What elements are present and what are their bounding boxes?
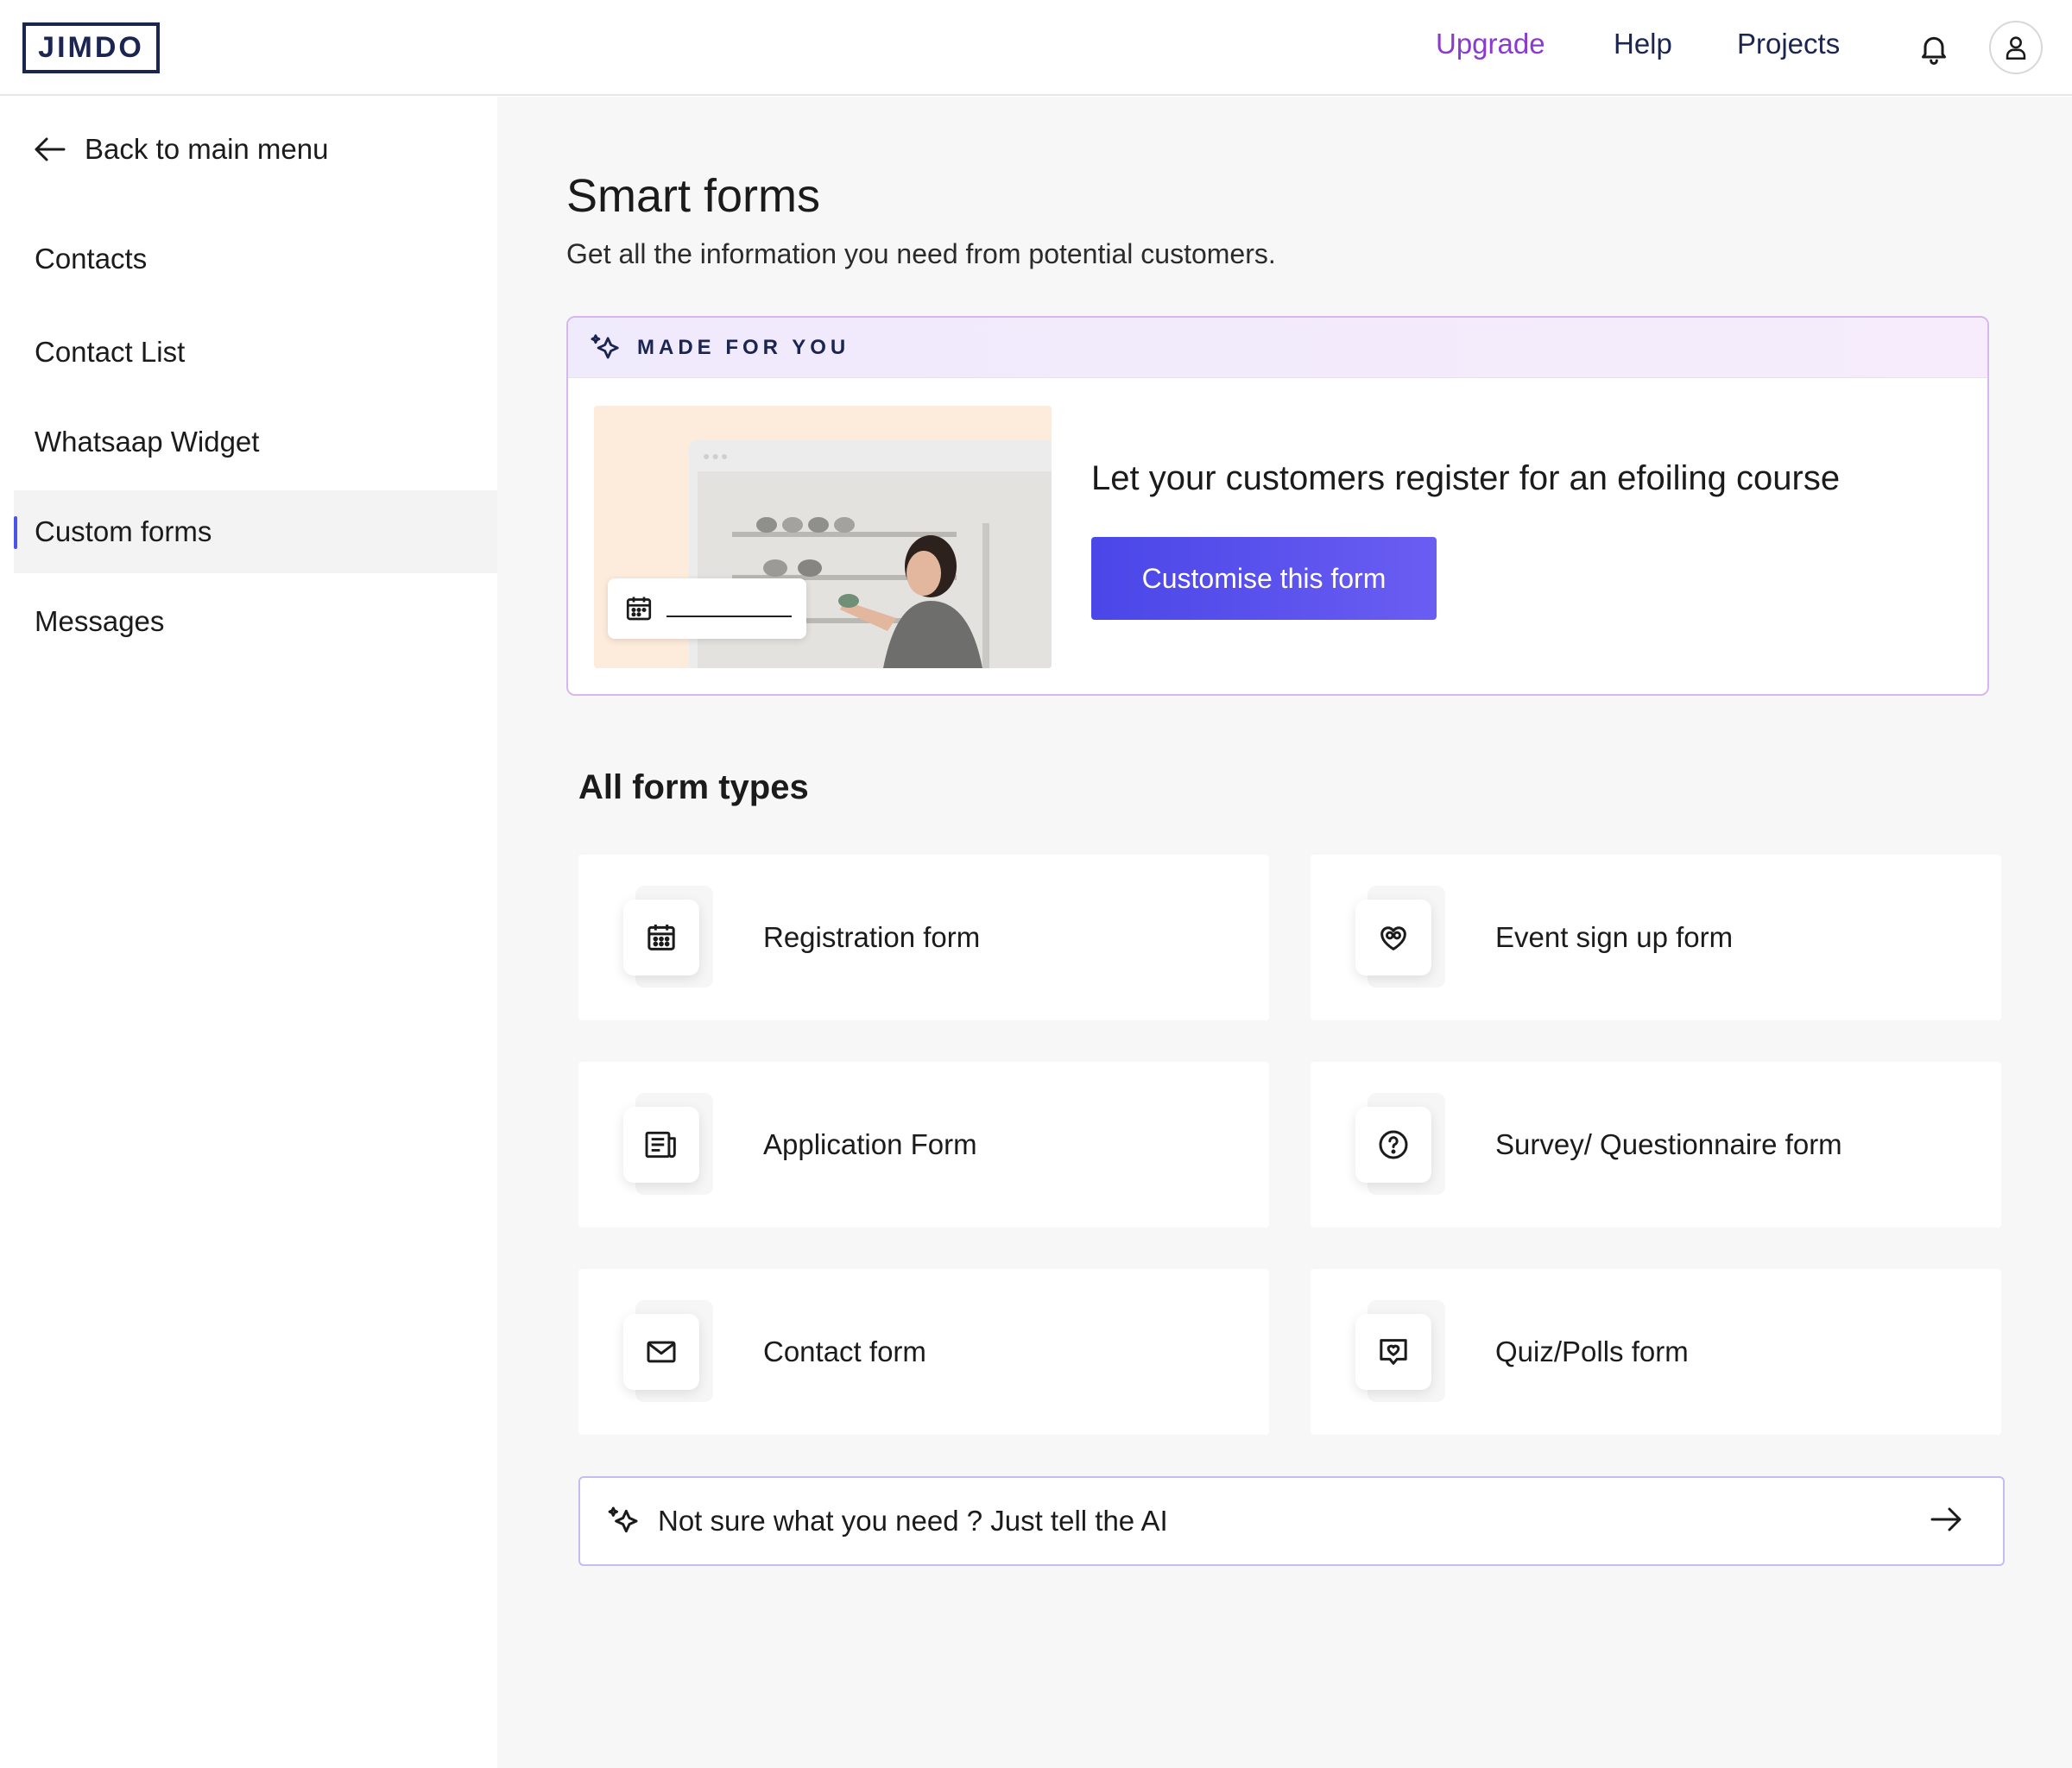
customise-form-button[interactable]: Customise this form	[1091, 537, 1437, 620]
back-label: Back to main menu	[85, 133, 329, 165]
form-type-label: Event sign up form	[1495, 921, 1734, 953]
sidebar-item-messages[interactable]: Messages	[14, 580, 497, 663]
date-field-chip	[608, 578, 806, 639]
main-content: Smart forms Get all the information you …	[497, 97, 2072, 1768]
arrow-left-icon	[35, 137, 66, 161]
top-bar: JIMDO Upgrade Help Projects	[0, 0, 2072, 96]
sidebar: Back to main menu Contacts Contact List …	[0, 97, 497, 1768]
contact-form-card[interactable]: Contact form	[578, 1269, 1269, 1435]
sidebar-item-contact-list[interactable]: Contact List	[14, 311, 497, 394]
jimdo-logo[interactable]: JIMDO	[22, 22, 160, 73]
made-for-you-header: MADE FOR YOU	[568, 318, 1987, 378]
survey-form-card[interactable]: Survey/ Questionnaire form	[1311, 1062, 2001, 1228]
question-icon	[1355, 1107, 1431, 1183]
made-for-you-headline: Let your customers register for an efoil…	[1091, 459, 1841, 497]
ask-ai-bar[interactable]: Not sure what you need ? Just tell the A…	[578, 1476, 2005, 1566]
mail-icon	[623, 1314, 699, 1390]
registration-form-card[interactable]: Registration form	[578, 855, 1269, 1020]
form-type-label: Contact form	[763, 1335, 926, 1367]
made-for-you-card: MADE FOR YOU ●●● Let your customers regi…	[566, 316, 1989, 696]
form-type-label: Registration form	[763, 921, 981, 953]
user-icon	[2006, 36, 2026, 60]
upgrade-link[interactable]: Upgrade	[1436, 28, 1545, 60]
calendar-icon	[626, 597, 652, 621]
projects-link[interactable]: Projects	[1737, 28, 1840, 60]
quiz-polls-form-card[interactable]: Quiz/Polls form	[1311, 1269, 2001, 1435]
date-field-line	[666, 616, 792, 617]
application-form-card[interactable]: Application Form	[578, 1062, 1269, 1228]
sparkle-icon	[591, 333, 619, 359]
window-dots-icon: ●●●	[703, 449, 730, 463]
arrow-right-icon[interactable]	[1929, 1504, 1963, 1535]
all-form-types-heading: All form types	[578, 768, 809, 806]
event-signup-form-card[interactable]: Event sign up form	[1311, 855, 2001, 1020]
document-icon	[623, 1107, 699, 1183]
ask-ai-label: Not sure what you need ? Just tell the A…	[658, 1505, 1168, 1537]
sparkle-icon	[608, 1506, 638, 1533]
calendar-icon	[623, 900, 699, 976]
page-title: Smart forms	[566, 170, 821, 222]
sidebar-item-custom-forms[interactable]: Custom forms	[14, 490, 497, 573]
page-subtitle: Get all the information you need from po…	[566, 238, 1276, 269]
form-type-label: Survey/ Questionnaire form	[1495, 1128, 1842, 1160]
form-preview-image: ●●●	[594, 406, 1052, 668]
help-link[interactable]: Help	[1614, 28, 1672, 60]
bell-icon[interactable]	[1917, 31, 1951, 66]
back-to-main-menu[interactable]: Back to main menu	[33, 133, 328, 166]
account-button[interactable]	[1989, 21, 2043, 74]
heart-people-icon	[1355, 900, 1431, 976]
chat-heart-icon	[1355, 1314, 1431, 1390]
sidebar-item-whatsapp-widget[interactable]: Whatsaap Widget	[14, 401, 497, 483]
form-type-label: Application Form	[763, 1128, 977, 1160]
sidebar-item-contacts[interactable]: Contacts	[14, 218, 497, 300]
made-for-you-tag: MADE FOR YOU	[637, 335, 850, 359]
form-type-label: Quiz/Polls form	[1495, 1335, 1689, 1367]
